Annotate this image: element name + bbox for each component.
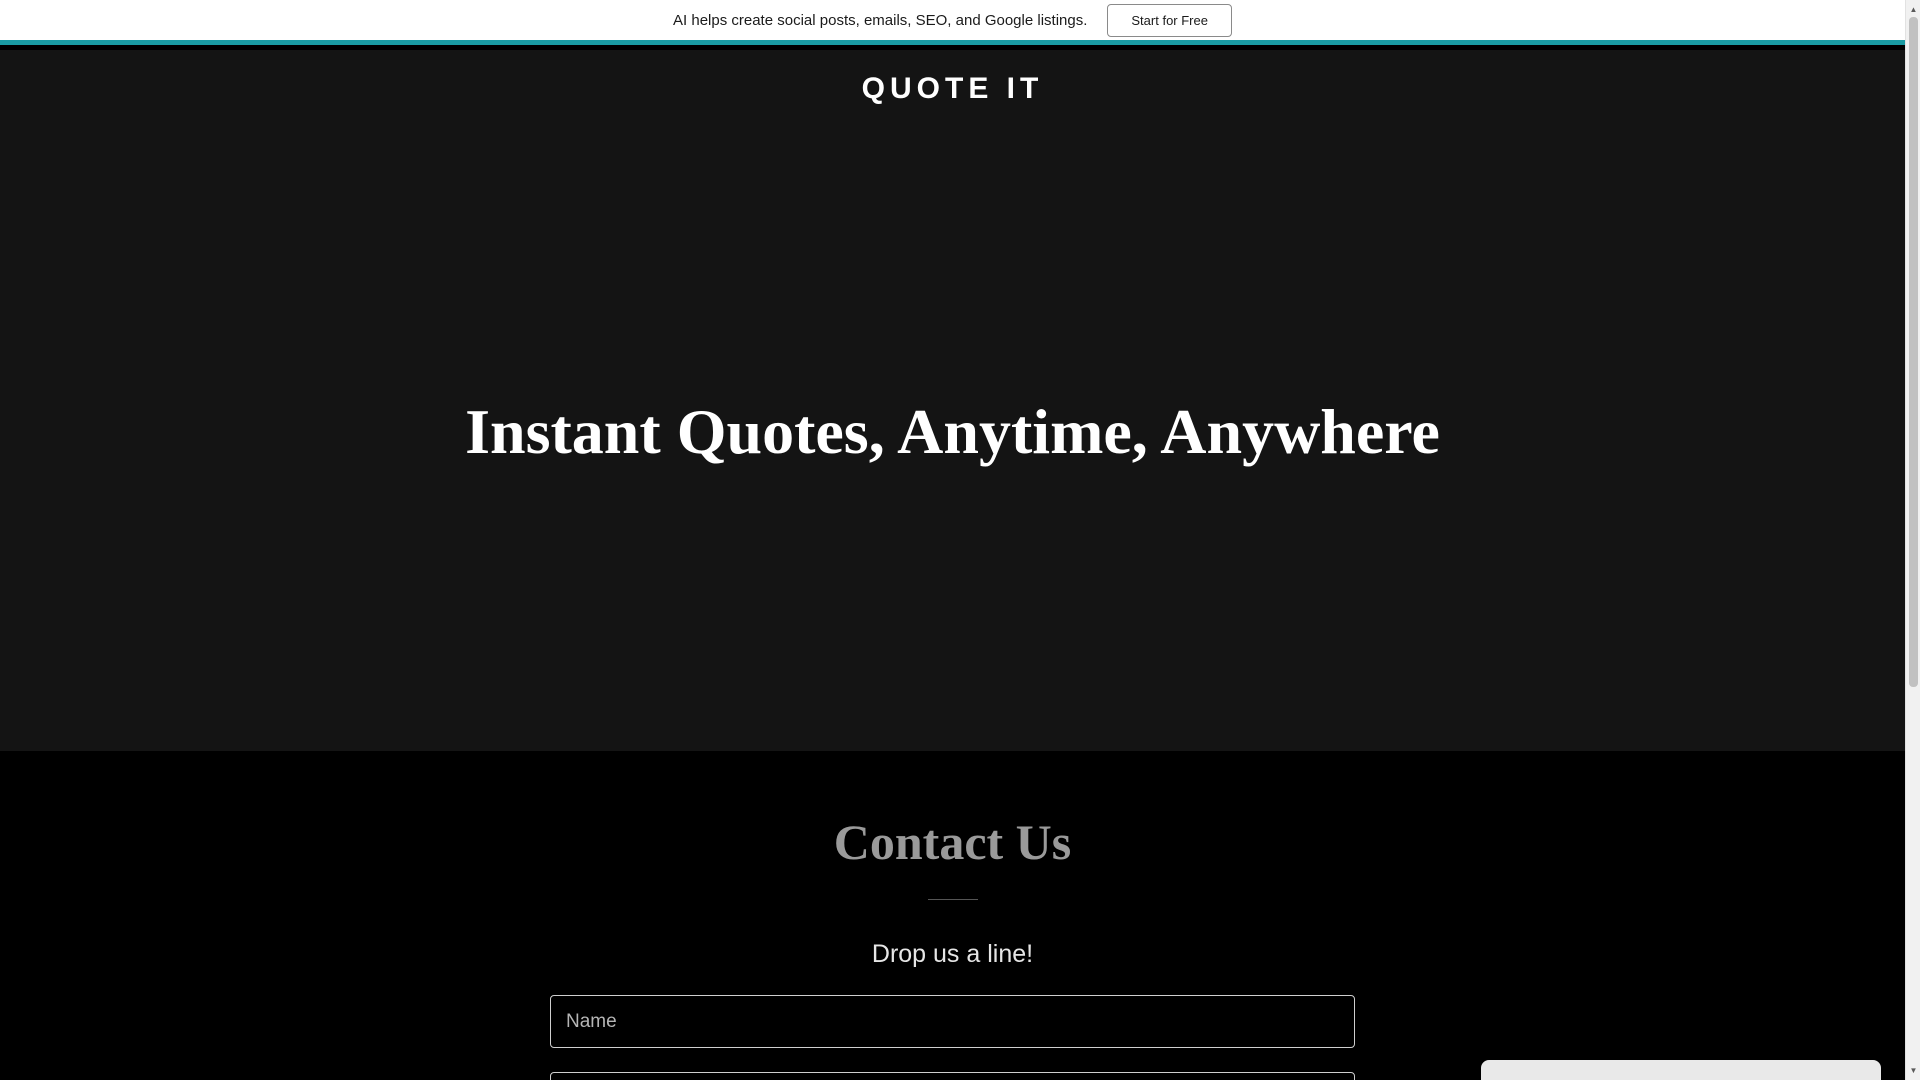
promo-text: AI helps create social posts, emails, SE… xyxy=(673,11,1088,29)
chat-widget[interactable] xyxy=(1481,1060,1881,1080)
email-field[interactable] xyxy=(550,1072,1355,1080)
hero-title: Instant Quotes, Anytime, Anywhere xyxy=(465,396,1440,467)
page-scrollbar[interactable]: ▲ ▼ xyxy=(1905,0,1920,1080)
triangle-up-icon[interactable]: ▲ xyxy=(1906,2,1920,17)
section-divider xyxy=(928,899,978,900)
name-field[interactable] xyxy=(550,995,1355,1048)
start-for-free-button[interactable]: Start for Free xyxy=(1107,3,1232,37)
scrollbar-thumb[interactable] xyxy=(1909,17,1918,687)
triangle-down-icon[interactable]: ▼ xyxy=(1906,1063,1920,1078)
contact-title: Contact Us xyxy=(833,814,1072,870)
contact-subtitle: Drop us a line! xyxy=(871,940,1034,968)
site-logo[interactable]: QUOTE IT xyxy=(0,72,1905,106)
promo-banner: AI helps create social posts, emails, SE… xyxy=(0,0,1905,45)
page: AI helps create social posts, emails, SE… xyxy=(0,0,1905,1080)
hero-section: QUOTE IT Instant Quotes, Anytime, Anywhe… xyxy=(0,50,1905,751)
